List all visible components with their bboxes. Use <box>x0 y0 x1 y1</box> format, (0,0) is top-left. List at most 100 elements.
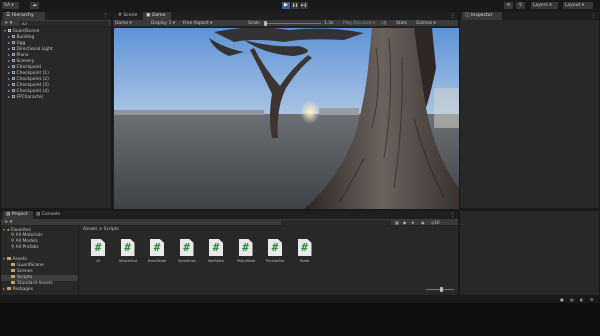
hierarchy-item-label: Checkpoint (3) <box>16 83 49 88</box>
hierarchy-item-label: Checkpoint (1) <box>16 71 49 76</box>
breadcrumb: Assets > Scripts <box>83 227 119 232</box>
zoom-slider[interactable] <box>426 287 454 292</box>
play-focused-dropdown[interactable]: Play Focused ▾ <box>343 20 375 27</box>
layout-dropdown[interactable]: Layout ▾ <box>563 2 593 9</box>
play-button[interactable]: ▶ <box>282 2 290 9</box>
folder-icon <box>11 275 15 278</box>
main-toolbar: SA ▾ ☁ ▶ ❚❚ ▶❚ ⟲ ⚲ Layers ▾ Layout ▾ <box>0 0 600 11</box>
expand-arrow-icon[interactable] <box>8 47 10 50</box>
hierarchy-item-label: Plane <box>16 53 29 58</box>
script-asset[interactable]: # GameInstall... <box>178 239 196 263</box>
panel-menu-icon[interactable]: ⋮ <box>104 12 109 20</box>
hierarchy-item-label: Directional Light <box>16 47 53 52</box>
panel-menu-icon[interactable]: ⋮ <box>450 12 455 20</box>
expand-arrow-icon[interactable] <box>8 71 10 74</box>
panel-menu-icon[interactable]: ⋮ <box>591 12 596 20</box>
mute-icon[interactable]: ◁) <box>381 20 386 27</box>
search-icon[interactable]: ⚲ <box>516 2 525 9</box>
script-asset[interactable]: # BaseState <box>148 239 166 263</box>
scale-slider-handle[interactable] <box>264 21 267 26</box>
tab-hierarchy[interactable]: ☰ Hierarchy <box>3 12 45 20</box>
packages-row[interactable]: Packages <box>1 287 78 293</box>
tab-project[interactable]: ▤ Project <box>3 211 33 219</box>
script-asset[interactable]: # State <box>296 239 314 263</box>
eye-icon[interactable]: ◉ <box>421 219 425 226</box>
game-mode-dropdown[interactable]: Game ▾ <box>115 20 132 27</box>
add-icon[interactable]: + ▾ <box>4 219 12 226</box>
hierarchy-item[interactable]: FPCharacter <box>1 95 111 101</box>
expand-arrow-icon[interactable] <box>8 77 10 80</box>
expand-arrow-icon[interactable] <box>8 83 10 86</box>
status-icon[interactable]: ▤ <box>570 296 574 303</box>
csharp-script-icon: # <box>268 239 282 256</box>
folder-icon <box>11 263 15 266</box>
csharp-script-icon: # <box>91 239 105 256</box>
script-label: AttackState <box>118 259 137 263</box>
scripts-grid: # AI # AttackState # BaseState # GameInstall...… <box>81 239 459 279</box>
tab-inspector[interactable]: ⓘ Inspector <box>462 12 502 20</box>
script-asset[interactable]: # PursueStat... <box>266 239 284 263</box>
gameobject-icon <box>11 53 15 56</box>
game-viewport[interactable] <box>114 28 459 209</box>
status-icon[interactable]: ▣ <box>560 296 564 303</box>
cloud-icon[interactable]: ☁ <box>30 2 39 9</box>
gameobject-icon <box>11 89 15 92</box>
icon-count: ◎10 <box>431 220 440 225</box>
pause-button[interactable]: ❚❚ <box>291 2 299 9</box>
step-button[interactable]: ▶❚ <box>300 2 308 9</box>
expand-arrow-icon[interactable] <box>8 59 10 62</box>
expand-arrow-icon[interactable] <box>8 41 10 44</box>
history-icon[interactable]: ⟲ <box>504 2 513 9</box>
script-asset[interactable]: # PatrolState <box>237 239 255 263</box>
add-icon[interactable]: + ▾ <box>4 20 12 27</box>
gizmos-dropdown[interactable]: Gizmos ▾ <box>416 20 436 27</box>
gameobject-icon <box>11 41 15 44</box>
status-icon[interactable]: ◐ <box>580 296 584 303</box>
expand-arrow-icon[interactable] <box>8 89 10 92</box>
scale-label: Scale <box>248 21 260 26</box>
favorite-item[interactable]: ⚲ All Prefabs <box>1 245 78 251</box>
hierarchy-item-label: Building <box>16 35 35 40</box>
filter-icon[interactable]: ▦ <box>395 219 399 226</box>
account-dropdown[interactable]: SA ▾ <box>2 2 19 9</box>
script-asset[interactable]: # IdleState <box>207 239 225 263</box>
layers-dropdown[interactable]: Layers ▾ <box>531 2 558 9</box>
script-label: PatrolState <box>236 259 255 263</box>
script-label: State <box>299 259 310 263</box>
aspect-dropdown[interactable]: Free Aspect ▾ <box>183 20 212 27</box>
hierarchy-item-label: Ugg <box>16 41 26 46</box>
expand-arrow-icon[interactable] <box>8 65 10 68</box>
bottom-blank <box>0 303 600 336</box>
csharp-script-icon: # <box>120 239 135 256</box>
label-icon[interactable]: ◆ <box>403 219 406 226</box>
breadcrumb-scripts[interactable]: Scripts <box>104 227 119 232</box>
scale-slider[interactable] <box>264 21 321 26</box>
breadcrumb-assets[interactable]: Assets <box>83 227 97 232</box>
project-panel: ▤ Project ▤ Console ⋮ + ▾ ▦ ◆ ★ ◉ ◎10 ★F… <box>0 210 459 297</box>
scale-value: 1.3x <box>324 21 334 26</box>
expand-arrow-icon[interactable] <box>8 95 10 98</box>
script-asset[interactable]: # AttackState <box>119 239 137 263</box>
stats-button[interactable]: Stats <box>396 20 407 27</box>
status-bar: ▣ ▤ ◐ ⚙ <box>0 296 600 303</box>
csharp-script-icon: # <box>179 239 194 256</box>
script-label: AI <box>96 259 100 263</box>
folder-tree: ★Favorites ⚲ All Materials ⚲ All Models ⚲ … <box>1 227 79 297</box>
expand-arrow-icon[interactable] <box>8 53 10 56</box>
zoom-slider-handle[interactable] <box>440 287 443 292</box>
script-asset[interactable]: # AI <box>89 239 107 263</box>
script-label: BaseState <box>148 259 166 263</box>
status-icon[interactable]: ⚙ <box>590 296 594 303</box>
panel-menu-icon[interactable]: ⋮ <box>450 211 455 219</box>
search-input[interactable] <box>281 220 391 225</box>
display-dropdown[interactable]: Display 1 ▾ <box>151 20 175 27</box>
expand-arrow-icon[interactable] <box>8 35 10 38</box>
tab-console[interactable]: ▤ Console <box>33 211 65 219</box>
gameobject-icon <box>11 47 15 50</box>
inspector-panel: ⓘ Inspector ⋮ <box>459 11 600 209</box>
search-input[interactable]: All <box>19 21 109 26</box>
star-icon[interactable]: ★ <box>411 219 415 226</box>
folder-icon <box>11 281 15 284</box>
tab-scene[interactable]: # Scene <box>115 12 143 20</box>
tab-game[interactable]: ▣ Game <box>143 12 171 20</box>
